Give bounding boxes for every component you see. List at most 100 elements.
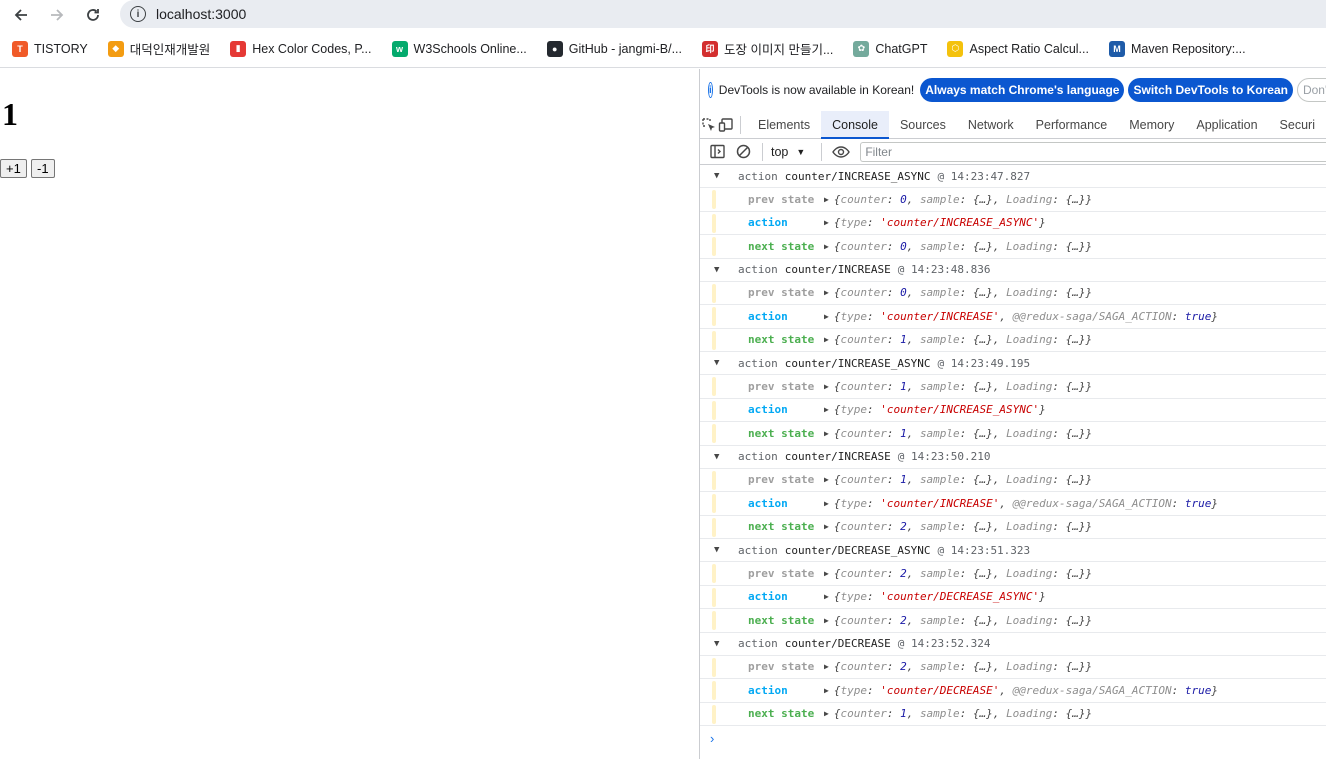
log-group-header[interactable]: ▼ action counter/DECREASE @ 14:23:52.324 <box>700 633 1326 656</box>
object-key: type <box>840 683 867 697</box>
action-label: action <box>748 496 788 510</box>
tab-elements[interactable]: Elements <box>747 111 821 139</box>
bookmark-item[interactable]: ▮ Hex Color Codes, P... <box>230 40 372 57</box>
back-arrow-icon[interactable] <box>8 2 34 28</box>
expand-triangle-icon[interactable]: ▼ <box>714 171 738 181</box>
expand-arrow-icon[interactable]: ▶ <box>824 686 829 695</box>
expand-arrow-icon[interactable]: ▶ <box>824 195 829 204</box>
expand-arrow-icon[interactable]: ▶ <box>824 709 829 718</box>
bookmark-item[interactable]: T TISTORY <box>12 40 88 57</box>
object-value: {…} <box>1065 379 1086 393</box>
prev-state-row: prev state ▶ {counter: 0, sample: {…}, Loa… <box>700 282 1326 305</box>
expand-arrow-icon[interactable]: ▶ <box>824 405 829 414</box>
log-group-header[interactable]: ▼ action counter/INCREASE @ 14:23:48.836 <box>700 259 1326 282</box>
info-icon: i <box>708 82 713 98</box>
expand-arrow-icon[interactable]: ▶ <box>824 312 829 321</box>
colon: : <box>1052 192 1066 206</box>
expand-triangle-icon[interactable]: ▼ <box>714 639 738 649</box>
expand-arrow-icon[interactable]: ▶ <box>824 429 829 438</box>
object-value: {…} <box>972 379 993 393</box>
expand-triangle-icon[interactable]: ▼ <box>714 452 738 462</box>
expand-arrow-icon[interactable]: ▶ <box>824 475 829 484</box>
expand-arrow-icon[interactable]: ▶ <box>824 382 829 391</box>
colon: : <box>1052 566 1066 580</box>
object-key: Loading <box>1006 239 1053 253</box>
site-info-icon[interactable]: i <box>130 6 146 22</box>
group-timestamp: 14:23:50.210 <box>910 450 991 463</box>
object-key: sample <box>919 286 960 300</box>
group-timestamp: 14:23:52.324 <box>910 637 991 650</box>
action-row: action ▶ {type: 'counter/DECREASE', @@redu… <box>700 679 1326 703</box>
bookmark-item[interactable]: ⬡ Aspect Ratio Calcul... <box>947 40 1089 57</box>
object-value: 2 <box>900 660 907 674</box>
object-value: 2 <box>900 520 907 534</box>
increment-button[interactable]: +1 <box>0 159 27 178</box>
colon: : <box>1171 309 1185 323</box>
next-state-label: next state <box>748 239 815 253</box>
log-group-header[interactable]: ▼ action counter/INCREASE @ 14:23:50.210 <box>700 446 1326 469</box>
bookmark-item[interactable]: M Maven Repository:... <box>1108 40 1246 57</box>
expand-arrow-icon[interactable]: ▶ <box>824 242 829 251</box>
expand-arrow-icon[interactable]: ▶ <box>824 592 829 601</box>
expand-arrow-icon[interactable]: ▶ <box>824 616 829 625</box>
context-selector[interactable]: top ▼ <box>771 145 805 159</box>
expand-arrow-icon[interactable]: ▶ <box>824 499 829 508</box>
clear-console-icon[interactable] <box>730 140 756 164</box>
colon: : <box>1052 613 1066 627</box>
reload-icon[interactable] <box>80 2 106 28</box>
expand-arrow-icon[interactable]: ▶ <box>824 288 829 297</box>
bookmark-item[interactable]: ✿ ChatGPT <box>853 40 927 57</box>
expand-arrow-icon[interactable]: ▶ <box>824 335 829 344</box>
state-object: {counter: 2, sample: {…}, Loading: {…}} <box>833 520 1093 534</box>
bookmarks-bar: T TISTORY ◆ 대덕인재개발원 ▮ Hex Color Codes, P... w W… <box>0 30 1326 68</box>
decrement-button[interactable]: -1 <box>31 159 55 178</box>
object-value: {…} <box>1065 333 1086 347</box>
live-expression-eye-icon[interactable] <box>828 140 854 164</box>
match-language-button[interactable]: Always match Chrome's language <box>920 78 1125 102</box>
switch-korean-button[interactable]: Switch DevTools to Korean <box>1128 78 1293 102</box>
tab-network[interactable]: Network <box>957 111 1025 139</box>
comma: , <box>992 660 1007 674</box>
tab-memory[interactable]: Memory <box>1118 111 1185 139</box>
state-object: {counter: 0, sample: {…}, Loading: {…}} <box>833 239 1093 253</box>
console-prompt[interactable]: › <box>700 726 1326 750</box>
state-object: {counter: 0, sample: {…}, Loading: {…}} <box>833 192 1093 206</box>
object-value: {…} <box>1065 473 1086 487</box>
group-indent-bar <box>712 611 716 630</box>
address-bar[interactable]: i localhost:3000 <box>120 0 1326 28</box>
log-group-header[interactable]: ▼ action counter/DECREASE_ASYNC @ 14:23:51.… <box>700 539 1326 562</box>
next-state-row: next state ▶ {counter: 1, sample: {…}, Loa… <box>700 422 1326 446</box>
log-group-header[interactable]: ▼ action counter/INCREASE_ASYNC @ 14:23:49.… <box>700 352 1326 375</box>
comma: , <box>906 426 920 440</box>
tab-sources[interactable]: Sources <box>889 111 957 139</box>
maven-icon: M <box>1108 40 1125 57</box>
object-value: {…} <box>972 566 993 580</box>
expand-triangle-icon[interactable]: ▼ <box>714 545 738 555</box>
expand-arrow-icon[interactable]: ▶ <box>824 662 829 671</box>
device-toolbar-icon[interactable] <box>717 111 734 139</box>
prev-state-row: prev state ▶ {counter: 2, sample: {…}, Loa… <box>700 656 1326 679</box>
bookmark-item[interactable]: w W3Schools Online... <box>391 40 527 57</box>
forward-arrow-icon[interactable] <box>44 2 70 28</box>
dont-show-button[interactable]: Don't sh <box>1296 78 1326 102</box>
expand-arrow-icon[interactable]: ▶ <box>824 218 829 227</box>
inspect-element-icon[interactable] <box>700 111 717 139</box>
bookmark-item[interactable]: ◆ 대덕인재개발원 <box>107 39 210 58</box>
expand-arrow-icon[interactable]: ▶ <box>824 522 829 531</box>
expand-arrow-icon[interactable]: ▶ <box>824 569 829 578</box>
tab-application[interactable]: Application <box>1185 111 1268 139</box>
tab-securi[interactable]: Securi <box>1269 111 1326 139</box>
group-action-word: action <box>738 263 778 276</box>
tab-console[interactable]: Console <box>821 110 889 139</box>
log-group-header[interactable]: ▼ action counter/INCREASE_ASYNC @ 14:23:47.… <box>700 165 1326 188</box>
bookmark-item[interactable]: 印 도장 이미지 만들기... <box>702 39 833 58</box>
prev-state-row: prev state ▶ {counter: 2, sample: {…}, Loa… <box>700 562 1326 586</box>
expand-triangle-icon[interactable]: ▼ <box>714 358 738 368</box>
sidebar-toggle-icon[interactable] <box>704 140 730 164</box>
tab-performance[interactable]: Performance <box>1025 111 1119 139</box>
expand-triangle-icon[interactable]: ▼ <box>714 265 738 275</box>
bookmark-item[interactable]: ● GitHub - jangmi-B/... <box>546 40 682 57</box>
at-sign: @ <box>937 543 945 557</box>
comma: , <box>992 613 1007 627</box>
console-filter-input[interactable]: Filter <box>860 141 1326 162</box>
